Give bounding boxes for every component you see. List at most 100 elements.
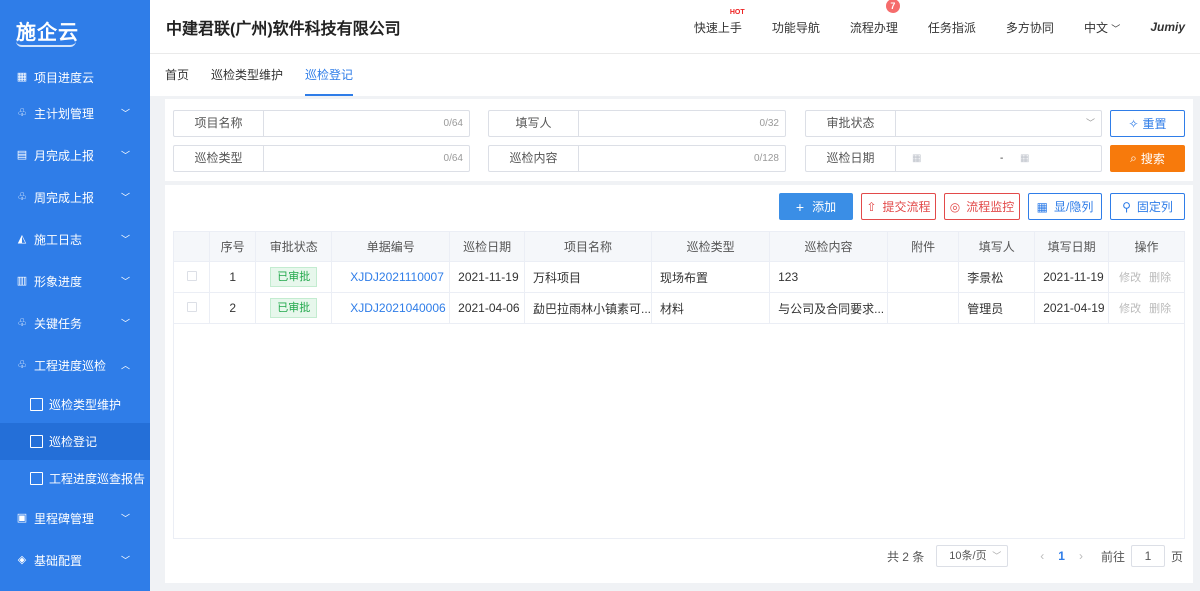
col-header: 审批状态 <box>255 231 333 262</box>
char-count: 0/128 <box>753 153 779 164</box>
app-logo[interactable]: 施企云 <box>0 0 150 62</box>
submit-workflow-button[interactable]: ⇧ 提交流程 <box>861 193 936 220</box>
cell-project: 万科项目 <box>524 261 653 293</box>
table-row[interactable]: 2 已审批 XJDJ2021040006 2021-04-06 勐巴拉雨林小镇素… <box>172 292 1185 324</box>
edit-button[interactable]: 修改 <box>1119 303 1141 315</box>
chevron-down-icon: ﹀ <box>120 276 130 287</box>
cell-filler: 李景松 <box>958 261 1036 293</box>
cell-actions: 修改 删除 <box>1108 292 1185 324</box>
document-code-link[interactable]: XJDJ2021040006 <box>350 301 445 315</box>
row-checkbox[interactable] <box>186 271 197 281</box>
milestone-icon: ▣ <box>16 512 28 524</box>
cell-date: 2021-04-06 <box>449 292 526 324</box>
language-select[interactable]: 中文 ﹀ <box>1084 19 1120 36</box>
doc-icon: ▤ <box>16 149 28 161</box>
sidebar-subitem-inspect-type[interactable]: 巡检类型维护 <box>0 386 150 423</box>
inspection-table: 序号 审批状态 单据编号 巡检日期 项目名称 巡检类型 巡检内容 附件 填写人 … <box>172 231 1185 324</box>
brand-logo: Jumiy <box>1150 20 1185 34</box>
inspect-content-field[interactable]: 巡检内容 0/128 <box>488 145 786 172</box>
col-header: 序号 <box>209 231 257 262</box>
col-header: 巡检类型 <box>651 231 771 262</box>
sidebar-item-construction-log[interactable]: ◭ 施工日志 ﹀ <box>0 218 150 260</box>
sidebar-item-project-progress[interactable]: ▦ 项目进度云 <box>0 62 150 92</box>
calendar-icon: ▦ <box>912 153 922 164</box>
row-checkbox-cell[interactable] <box>172 292 211 324</box>
fix-columns-button[interactable]: ⚲ 固定列 <box>1110 193 1185 220</box>
nav-function-guide[interactable]: 功能导航 <box>772 19 820 36</box>
approval-status-field[interactable]: 审批状态 ﹀ <box>805 110 1102 137</box>
prev-page-icon[interactable]: ‹ <box>1040 549 1044 563</box>
field-label: 项目名称 <box>174 111 264 136</box>
table-header-row: 序号 审批状态 单据编号 巡检日期 项目名称 巡检类型 巡检内容 附件 填写人 … <box>172 231 1185 262</box>
sidebar-item-inspection[interactable]: ♧ 工程进度巡检 ︿ <box>0 344 150 386</box>
inspect-content-input[interactable]: 0/128 <box>579 146 785 171</box>
sidebar-item-label: 周完成上报 <box>34 190 95 205</box>
sidebar-item-master-plan[interactable]: ♧ 主计划管理 ﹀ <box>0 92 150 134</box>
inspect-date-range[interactable]: ▦ - ▦ <box>896 146 1101 171</box>
field-label: 巡检内容 <box>489 146 579 171</box>
sidebar-item-visual-progress[interactable]: ▥ 形象进度 ﹀ <box>0 260 150 302</box>
chevron-down-icon: ﹀ <box>120 108 130 119</box>
cell-no: 2 <box>209 292 257 324</box>
org-icon: ♧ <box>17 191 27 203</box>
project-name-field[interactable]: 项目名称 0/64 <box>173 110 470 137</box>
delete-button[interactable]: 删除 <box>1149 303 1171 315</box>
project-name-input[interactable]: 0/64 <box>264 111 469 136</box>
filler-input[interactable]: 0/32 <box>579 111 785 136</box>
cell-filler: 管理员 <box>958 292 1036 324</box>
logo-text: 施企云 <box>16 21 79 44</box>
page-tabs: 首页 巡检类型维护 巡检登记 <box>150 54 1200 96</box>
goto-page-input[interactable]: 1 <box>1130 545 1165 567</box>
tab-inspect-register[interactable]: 巡检登记 <box>305 54 354 96</box>
nav-task-assign[interactable]: 任务指派 <box>928 19 976 36</box>
sidebar-subitem-inspect-report[interactable]: 工程进度巡查报告 <box>0 460 150 497</box>
row-checkbox[interactable] <box>186 302 197 312</box>
filler-field[interactable]: 填写人 0/32 <box>488 110 786 137</box>
current-page[interactable]: 1 <box>1058 549 1065 563</box>
reset-button[interactable]: ✧ 重置 <box>1110 110 1185 137</box>
paperclip-icon: ⚲ <box>1122 199 1131 214</box>
col-header: 单据编号 <box>331 231 451 262</box>
sidebar-item-monthly-report[interactable]: ▤ 月完成上报 ﹀ <box>0 134 150 176</box>
sidebar-item-milestone[interactable]: ▣ 里程碑管理 ﹀ <box>0 497 150 539</box>
toggle-columns-button[interactable]: ▦ 显/隐列 <box>1028 193 1102 220</box>
sidebar-item-base-config[interactable]: ◈ 基础配置 ﹀ <box>0 539 150 581</box>
hot-flag: HOT <box>729 8 745 16</box>
approval-status-select[interactable]: ﹀ <box>896 111 1101 136</box>
goto-label: 前往 <box>1100 549 1125 564</box>
inspect-type-field[interactable]: 巡检类型 0/64 <box>173 145 470 172</box>
sidebar-item-label: 工程进度巡检 <box>34 358 107 373</box>
edit-button[interactable]: 修改 <box>1119 272 1141 284</box>
layers-icon: ◈ <box>17 554 27 566</box>
table-row[interactable]: 1 已审批 XJDJ2021110007 2021-11-19 万科项目 现场布… <box>172 261 1185 293</box>
sidebar-subitem-inspect-register[interactable]: 巡检登记 <box>0 423 150 460</box>
tab-home[interactable]: 首页 <box>165 54 189 96</box>
cell-project: 勐巴拉雨林小镇素可... <box>524 292 653 324</box>
inspect-type-input[interactable]: 0/64 <box>264 146 469 171</box>
col-header: 填写人 <box>958 231 1036 262</box>
col-header: 项目名称 <box>524 231 653 262</box>
total-count: 共 2 条 <box>886 549 925 564</box>
chevron-down-icon: ﹀ <box>120 234 130 245</box>
tab-inspect-type[interactable]: 巡检类型维护 <box>211 54 283 96</box>
sidebar: 施企云 ▦ 项目进度云 ♧ 主计划管理 ﹀ ▤ 月完成上报 ﹀ ♧ 周完成上报 … <box>0 0 150 591</box>
delete-button[interactable]: 删除 <box>1149 272 1171 284</box>
row-checkbox-cell[interactable] <box>172 261 211 293</box>
search-label: 搜索 <box>1140 152 1165 166</box>
nav-collaboration[interactable]: 多方协同 <box>1006 19 1054 36</box>
page-size-select[interactable]: 10条/页 ﹀ <box>936 545 1009 567</box>
inspect-date-field[interactable]: 巡检日期 ▦ - ▦ <box>805 145 1102 172</box>
add-button[interactable]: + 添加 <box>779 193 853 220</box>
document-code-link[interactable]: XJDJ2021110007 <box>350 270 444 284</box>
org-icon: ♧ <box>17 317 27 329</box>
next-page-icon[interactable]: › <box>1079 549 1083 563</box>
page-unit-label: 页 <box>1170 549 1183 564</box>
sidebar-item-weekly-report[interactable]: ♧ 周完成上报 ﹀ <box>0 176 150 218</box>
search-button[interactable]: ⌕ 搜索 <box>1110 145 1185 172</box>
list-icon <box>30 398 43 411</box>
workflow-monitor-button[interactable]: ◎ 流程监控 <box>944 193 1020 220</box>
field-label: 巡检日期 <box>806 146 896 171</box>
nav-quick-start[interactable]: HOT 快速上手 <box>694 9 745 36</box>
sidebar-item-key-tasks[interactable]: ♧ 关键任务 ﹀ <box>0 302 150 344</box>
nav-workflow[interactable]: 7 流程办理 <box>850 0 900 36</box>
